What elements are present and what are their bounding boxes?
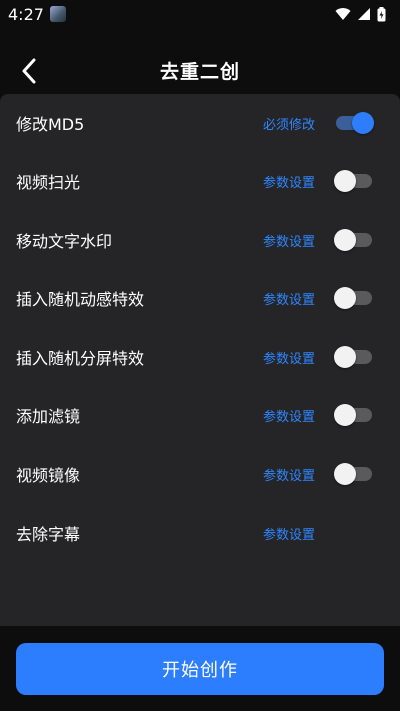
toggle-knob xyxy=(334,463,356,485)
setting-label: 视频扫光 xyxy=(16,173,81,192)
split-screen-toggle[interactable] xyxy=(334,346,372,368)
toggle-knob xyxy=(334,229,356,251)
setting-row-remove-subtitles: 去除字幕 参数设置 xyxy=(0,504,400,562)
wifi-icon xyxy=(335,8,351,20)
setting-row-split-screen: 插入随机分屏特效 参数设置 xyxy=(0,328,400,386)
toggle-knob xyxy=(334,404,356,426)
setting-label: 视频镜像 xyxy=(16,466,81,485)
setting-row-scan-light: 视频扫光 参数设置 xyxy=(0,152,400,210)
mirror-toggle[interactable] xyxy=(334,463,372,485)
md5-toggle[interactable] xyxy=(336,112,374,134)
battery-icon xyxy=(377,6,386,21)
scan-light-toggle[interactable] xyxy=(334,170,372,192)
toggle-knob xyxy=(334,170,356,192)
setting-label: 去除字幕 xyxy=(16,525,81,544)
setting-label: 插入随机动感特效 xyxy=(16,290,145,309)
toggle-knob xyxy=(334,346,356,368)
param-settings-link[interactable]: 参数设置 xyxy=(263,406,315,425)
status-left: 4:27 xyxy=(8,5,66,24)
param-settings-link[interactable]: 参数设置 xyxy=(263,289,315,308)
chevron-left-icon xyxy=(22,58,36,84)
setting-label: 修改MD5 xyxy=(16,115,85,134)
param-settings-link[interactable]: 参数设置 xyxy=(263,231,315,250)
signal-icon xyxy=(358,8,370,20)
back-button[interactable] xyxy=(14,56,44,86)
start-create-button[interactable]: 开始创作 xyxy=(16,643,384,695)
setting-row-dynamic-effect: 插入随机动感特效 参数设置 xyxy=(0,269,400,327)
toggle-knob xyxy=(352,112,374,134)
setting-row-filter: 添加滤镜 参数设置 xyxy=(0,386,400,444)
setting-label: 插入随机分屏特效 xyxy=(16,349,145,368)
setting-label: 移动文字水印 xyxy=(16,232,113,251)
setting-label: 添加滤镜 xyxy=(16,407,81,426)
param-settings-link[interactable]: 参数设置 xyxy=(263,524,315,543)
setting-row-md5: 修改MD5 必须修改 xyxy=(0,94,400,152)
status-right xyxy=(335,6,386,22)
param-settings-link[interactable]: 参数设置 xyxy=(263,172,315,191)
param-settings-link[interactable]: 参数设置 xyxy=(263,465,315,484)
setting-row-moving-watermark: 移动文字水印 参数设置 xyxy=(0,211,400,269)
required-link[interactable]: 必须修改 xyxy=(263,114,315,133)
toggle-knob xyxy=(334,287,356,309)
setting-row-mirror: 视频镜像 参数设置 xyxy=(0,445,400,503)
param-settings-link[interactable]: 参数设置 xyxy=(263,348,315,367)
settings-panel: 修改MD5 必须修改 视频扫光 参数设置 移动文字水印 参数设置 插入随机动感特… xyxy=(0,94,400,626)
status-time: 4:27 xyxy=(8,4,44,24)
notification-avatar-icon xyxy=(49,6,66,22)
moving-watermark-toggle[interactable] xyxy=(334,229,372,251)
status-bar: 4:27 xyxy=(0,0,400,28)
page-title: 去重二创 xyxy=(159,60,240,83)
filter-toggle[interactable] xyxy=(334,404,372,426)
dynamic-effect-toggle[interactable] xyxy=(334,287,372,309)
app-header: 去重二创 xyxy=(0,48,400,92)
